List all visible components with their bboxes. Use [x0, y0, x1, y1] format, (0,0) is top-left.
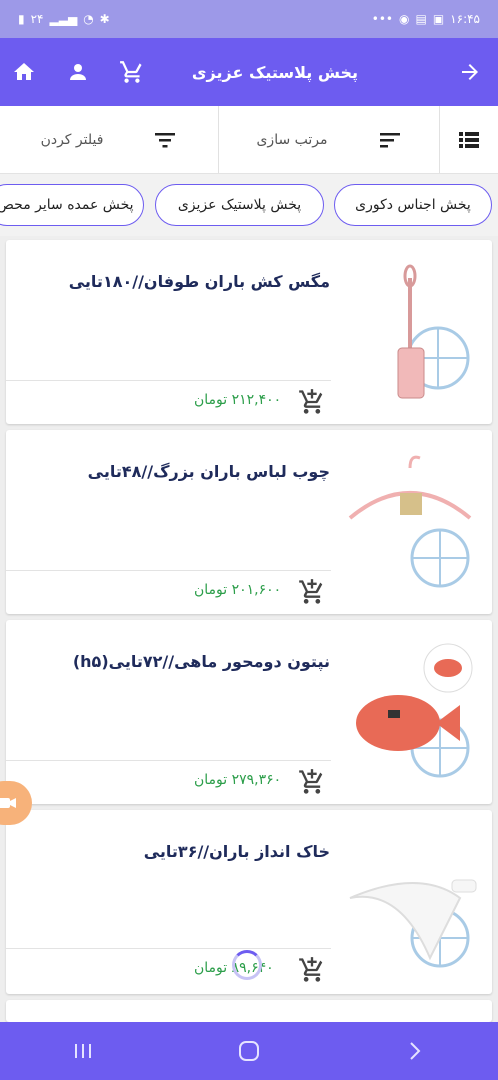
status-right: ••• ◉ ▤ ▣ ۱۶:۴۵ [372, 12, 480, 26]
add-to-cart-icon[interactable] [298, 578, 326, 606]
category-chips: پخش اجناس دکوری پخش پلاستیک عزیزی پخش عم… [0, 174, 498, 236]
system-nav-bar [0, 1022, 498, 1080]
status-bar: ▮ ۲۴ ▂▃▅ ◔ ✱ ••• ◉ ▤ ▣ ۱۶:۴۵ [0, 0, 498, 38]
sort-icon [379, 132, 400, 147]
back-arrow-icon[interactable] [456, 58, 484, 86]
home-nav-icon[interactable] [229, 1031, 269, 1071]
sort-filter-bar: فیلتر کردن مرتب سازی [0, 106, 498, 174]
more-dots-icon: ••• [371, 12, 393, 26]
filter-icon [155, 132, 176, 147]
card-divider [6, 570, 331, 571]
sort-label: مرتب سازی [256, 131, 328, 148]
product-image [397, 264, 470, 399]
home-icon[interactable] [10, 58, 38, 86]
user-icon[interactable] [64, 58, 92, 86]
chip-wholesale-other[interactable]: پخش عمده سایر محص [0, 184, 144, 226]
list-view-icon[interactable] [440, 106, 498, 173]
card-divider [6, 760, 331, 761]
product-card[interactable]: نپتون دومحور ماهی//۷۲تایی(h۵) ۲۷۹,۳۶۰ تو… [6, 620, 492, 804]
filter-label: فیلتر کردن [40, 131, 104, 148]
status-left-text: ۲۴ [30, 12, 44, 26]
product-card[interactable]: مگس کش باران طوفان//۱۸۰تایی ۲۱۲,۴۰۰ توما… [6, 240, 492, 424]
product-price: ۲۱۲,۴۰۰ تومان [194, 392, 282, 408]
status-time: ۱۶:۴۵ [450, 12, 480, 26]
chip-decorative[interactable]: پخش اجناس دکوری [334, 184, 492, 226]
cart-icon[interactable] [118, 58, 146, 86]
sort-button[interactable]: مرتب سازی [219, 106, 440, 173]
back-nav-icon[interactable] [395, 1031, 435, 1071]
app-bar-actions [10, 58, 146, 86]
add-to-cart-icon[interactable] [298, 388, 326, 416]
filter-button[interactable]: فیلتر کردن [0, 106, 219, 173]
chip-azizi-plastic[interactable]: پخش پلاستیک عزیزی [155, 184, 324, 226]
product-image [356, 643, 473, 778]
video-camera-icon [0, 798, 16, 808]
product-card[interactable]: چوب لباس باران بزرگ//۴۸تایی ۲۰۱,۶۰۰ توما… [6, 430, 492, 614]
product-name: نپتون دومحور ماهی//۷۲تایی(h۵) [72, 652, 330, 671]
wifi-icon: ◔ [83, 12, 94, 26]
add-to-cart-icon[interactable] [298, 956, 326, 984]
product-price: ۲۰۱,۶۰۰ تومان [194, 582, 282, 598]
product-image [349, 879, 477, 968]
status-left: ▮ ۲۴ ▂▃▅ ◔ ✱ [18, 12, 110, 26]
recent-apps-icon[interactable] [63, 1031, 103, 1071]
product-name: چوب لباس باران بزرگ//۴۸تایی [87, 462, 330, 481]
product-name: مگس کش باران طوفان//۱۸۰تایی [68, 272, 330, 291]
product-card[interactable] [6, 1000, 492, 1022]
product-name: خاک انداز باران//۳۶تایی [143, 842, 330, 861]
bluetooth-icon: ✱ [99, 12, 110, 26]
loading-spinner [232, 950, 262, 980]
page-title: پخش پلاستیک عزیزی [191, 62, 358, 82]
signal-icon: ▂▃▅ [49, 12, 78, 26]
app-bar: پخش پلاستیک عزیزی [0, 38, 498, 106]
product-image [348, 455, 472, 588]
gallery-icon: ▣ [432, 12, 445, 26]
add-to-cart-icon[interactable] [298, 768, 326, 796]
product-price: ۲۷۹,۳۶۰ تومان [194, 772, 282, 788]
card-divider [6, 380, 331, 381]
status-battery-icon: ▮ [18, 12, 25, 26]
message-icon: ▤ [415, 12, 427, 26]
card-divider [6, 948, 331, 949]
notification-icon: ◉ [399, 12, 410, 26]
